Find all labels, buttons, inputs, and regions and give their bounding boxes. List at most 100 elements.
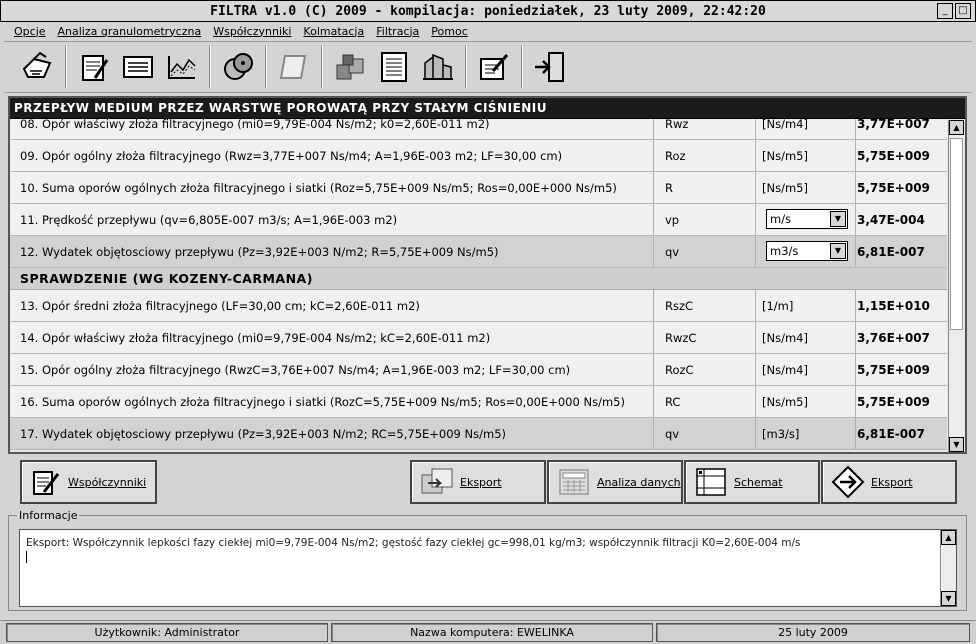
column-divider bbox=[653, 354, 654, 385]
maximize-button[interactable]: □ bbox=[955, 3, 971, 19]
row-value: 5,75E+009 bbox=[857, 148, 930, 163]
schema-button[interactable]: Schemat bbox=[684, 460, 820, 504]
chart-icon[interactable] bbox=[160, 45, 204, 89]
menu-wspolczynniki[interactable]: Współczynniki bbox=[213, 25, 291, 38]
toolbar-separator bbox=[265, 46, 267, 88]
column-divider bbox=[855, 386, 856, 417]
row-symbol: RszC bbox=[665, 298, 694, 313]
scroll-down-icon[interactable]: ▼ bbox=[949, 437, 964, 452]
data-analysis-button[interactable]: Analiza danych bbox=[547, 460, 683, 504]
menu-filtracja[interactable]: Filtracja bbox=[376, 25, 419, 38]
menu-bar: Opcje Analiza granulometryczna Współczyn… bbox=[4, 22, 972, 40]
exit-door-icon[interactable] bbox=[528, 45, 572, 89]
row-description: 17. Wydatek objętosciowy przepływu (Pz=3… bbox=[20, 426, 506, 441]
action-bar: Współczynniki Eksport Analiza danych Sch… bbox=[8, 458, 967, 506]
information-textarea[interactable]: Eksport: Współczynnik lepkości fazy ciek… bbox=[19, 529, 957, 607]
column-divider bbox=[653, 204, 654, 235]
velocity-unit-select[interactable]: m/s ▼ bbox=[766, 209, 848, 229]
row-value: 6,81E-007 bbox=[857, 426, 925, 441]
list-item[interactable]: 12. Wydatek objętosciowy przepływu (Pz=3… bbox=[10, 236, 947, 268]
toolbar-separator bbox=[321, 46, 323, 88]
column-divider bbox=[755, 204, 756, 235]
results-list: 08. Opór właściwy złoża filtracyjnego (m… bbox=[10, 119, 947, 452]
export-button[interactable]: Eksport bbox=[410, 460, 546, 504]
row-unit: [m3/s] bbox=[762, 426, 800, 441]
row-symbol: Roz bbox=[665, 148, 686, 163]
row-symbol: RwzC bbox=[665, 330, 697, 345]
coefficients-button[interactable]: Współczynniki bbox=[20, 460, 157, 504]
list-item[interactable]: 11. Prędkość przepływu (qv=6,805E-007 m3… bbox=[10, 204, 947, 236]
menu-kolmatacja[interactable]: Kolmatacja bbox=[303, 25, 364, 38]
column-divider bbox=[855, 418, 856, 449]
edit-hand-icon[interactable] bbox=[16, 45, 60, 89]
scroll-up-icon[interactable]: ▲ bbox=[949, 120, 964, 135]
title-bar: FILTRA v1.0 (C) 2009 - kompilacja: ponie… bbox=[0, 0, 976, 22]
row-symbol: qv bbox=[665, 426, 680, 441]
list-item[interactable]: 17. Wydatek objętosciowy przepływu (Pz=3… bbox=[10, 418, 947, 450]
chevron-down-icon[interactable]: ▼ bbox=[830, 211, 846, 227]
menu-pomoc[interactable]: Pomoc bbox=[431, 25, 467, 38]
status-user: Użytkownik: Administrator bbox=[6, 623, 328, 642]
column-divider bbox=[755, 386, 756, 417]
row-description: 14. Opór właściwy złoża filtracyjnego (m… bbox=[20, 330, 491, 345]
list-item[interactable]: 15. Opór ogólny złoża filtracyjnego (Rwz… bbox=[10, 354, 947, 386]
filtration-panel: PRZEPŁYW MEDIUM PRZEZ WARSTWĘ POROWATĄ P… bbox=[8, 96, 967, 454]
button-label: Eksport bbox=[460, 475, 502, 489]
row-value: 5,75E+009 bbox=[857, 362, 930, 377]
row-value: 3,76E+007 bbox=[857, 330, 930, 345]
row-description: 10. Suma oporów ogólnych złoża filtracyj… bbox=[20, 180, 617, 195]
list-item[interactable]: 10. Suma oporów ogólnych złoża filtracyj… bbox=[10, 172, 947, 204]
column-divider bbox=[755, 322, 756, 353]
row-value: 3,47E-004 bbox=[857, 212, 925, 227]
notepad-icon[interactable] bbox=[372, 45, 416, 89]
list-scrollbar[interactable]: ▲ ▼ bbox=[948, 120, 964, 452]
column-divider bbox=[653, 140, 654, 171]
chevron-down-icon[interactable]: ▼ bbox=[830, 243, 846, 259]
scroll-up-icon[interactable]: ▲ bbox=[941, 530, 956, 545]
column-divider bbox=[755, 354, 756, 385]
menu-opcje[interactable]: Opcje bbox=[14, 25, 46, 38]
blank-page-icon[interactable] bbox=[272, 45, 316, 89]
list-item[interactable]: 08. Opór właściwy złoża filtracyjnego (m… bbox=[10, 119, 947, 140]
row-unit: [Ns/m5] bbox=[762, 180, 808, 195]
info-scrollbar[interactable]: ▲ ▼ bbox=[940, 530, 956, 606]
document-list-icon[interactable] bbox=[116, 45, 160, 89]
disks-icon[interactable] bbox=[216, 45, 260, 89]
sign-document-icon[interactable] bbox=[472, 45, 516, 89]
buildings-icon[interactable] bbox=[416, 45, 460, 89]
export-arrow-button[interactable]: Eksport bbox=[821, 460, 957, 504]
row-symbol: RozC bbox=[665, 362, 694, 377]
column-divider bbox=[855, 140, 856, 171]
column-divider bbox=[653, 119, 654, 139]
arrow-right-icon bbox=[831, 465, 865, 499]
list-item[interactable]: 16. Suma oporów ogólnych złoża filtracyj… bbox=[10, 386, 947, 418]
toolbar-separator bbox=[209, 46, 211, 88]
list-item[interactable]: 13. Opór średni złoża filtracyjnego (LF=… bbox=[10, 290, 947, 322]
column-divider bbox=[855, 354, 856, 385]
row-value: 5,75E+009 bbox=[857, 180, 930, 195]
note-write-icon[interactable] bbox=[72, 45, 116, 89]
row-unit: [Ns/m4] bbox=[762, 119, 808, 131]
row-description: 16. Suma oporów ogólnych złoża filtracyj… bbox=[20, 394, 625, 409]
scroll-down-icon[interactable]: ▼ bbox=[941, 591, 956, 606]
row-unit: [1/m] bbox=[762, 298, 794, 313]
export-icon bbox=[421, 468, 453, 494]
minimize-button[interactable]: _ bbox=[937, 3, 953, 19]
row-value: 3,77E+007 bbox=[857, 119, 930, 131]
row-description: 09. Opór ogólny złoża filtracyjnego (Rwz… bbox=[20, 148, 563, 163]
flow-unit-select[interactable]: m3/s ▼ bbox=[766, 241, 848, 261]
column-divider bbox=[653, 172, 654, 203]
column-divider bbox=[855, 204, 856, 235]
calculator-icon bbox=[559, 469, 589, 495]
list-item[interactable]: 09. Opór ogólny złoża filtracyjnego (Rwz… bbox=[10, 140, 947, 172]
column-divider bbox=[855, 172, 856, 203]
column-divider bbox=[855, 119, 856, 139]
list-item[interactable]: 14. Opór właściwy złoża filtracyjnego (m… bbox=[10, 322, 947, 354]
button-label: Schemat bbox=[734, 475, 783, 489]
column-divider bbox=[653, 418, 654, 449]
row-symbol: R bbox=[665, 180, 673, 195]
cubes-icon[interactable] bbox=[328, 45, 372, 89]
column-divider bbox=[755, 172, 756, 203]
menu-analiza-granulometryczna[interactable]: Analiza granulometryczna bbox=[58, 25, 202, 38]
scroll-thumb[interactable] bbox=[950, 138, 963, 330]
